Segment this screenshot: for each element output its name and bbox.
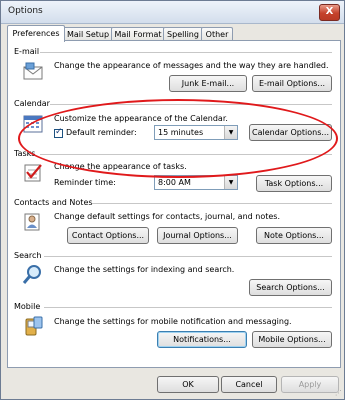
mobile-phone-icon [25,316,43,336]
reminder-time-value: 8:00 AM [158,178,191,187]
mobile-description: Change the settings for mobile notificat… [54,317,292,326]
tasks-heading: Tasks [14,149,36,158]
cancel-button[interactable]: Cancel [221,376,277,393]
default-reminder-label: Default reminder: [66,128,137,137]
search-icon [22,265,41,284]
email-heading: E-mail [14,47,40,56]
default-reminder-checkbox[interactable]: ✓ [54,127,63,138]
search-heading: Search [14,251,42,260]
tasks-divider [40,154,332,155]
title-bar[interactable]: Options X [1,1,344,24]
envelope-icon [23,62,43,80]
calendar-description: Customize the appearance of the Calendar… [54,114,228,123]
calendar-heading: Calendar [14,99,50,108]
options-dialog: Options X Preferences Mail Setup Mail Fo… [0,0,345,400]
resize-grip-icon[interactable]: ⋰ [335,389,342,397]
search-divider [44,256,332,257]
mobile-heading: Mobile [14,302,41,311]
tab-preferences[interactable]: Preferences [7,25,65,42]
default-reminder-select[interactable]: 15 minutes ▼ [154,125,238,140]
ok-button[interactable]: OK [157,376,219,393]
mobile-divider [44,307,332,308]
tab-spelling[interactable]: Spelling [163,27,203,41]
close-button[interactable]: X [319,4,340,21]
tab-other[interactable]: Other [201,27,233,41]
contacts-heading: Contacts and Notes [14,198,93,207]
email-options-button[interactable]: E-mail Options... [252,75,332,92]
search-description: Change the settings for indexing and sea… [54,265,235,274]
contact-options-button[interactable]: Contact Options... [67,227,149,244]
chevron-down-icon[interactable]: ▼ [224,126,237,139]
contacts-divider [92,203,332,204]
task-options-button[interactable]: Task Options... [256,175,332,192]
checkmark-icon: ✓ [55,127,63,137]
task-checklist-icon [24,164,42,182]
calendar-options-button[interactable]: Calendar Options... [249,124,332,141]
apply-button: Apply [281,376,339,393]
email-divider [40,52,332,53]
window-title: Options [8,6,43,16]
tasks-description: Change the appearance of tasks. [54,162,187,171]
calendar-icon [23,115,43,133]
junk-email-button[interactable]: Junk E-mail... [169,75,247,92]
email-description: Change the appearance of messages and th… [54,61,329,70]
search-options-button[interactable]: Search Options... [249,279,332,296]
preferences-panel: E-mail Change the appearance of messages… [7,40,341,368]
tab-mail-setup[interactable]: Mail Setup [63,27,113,41]
reminder-time-label: Reminder time: [54,178,116,187]
mobile-options-button[interactable]: Mobile Options... [252,331,332,348]
tab-mail-format[interactable]: Mail Format [111,27,165,41]
contact-card-icon [24,213,40,231]
calendar-divider [50,104,332,105]
chevron-down-icon[interactable]: ▼ [224,176,237,189]
contacts-description: Change default settings for contacts, jo… [54,212,280,221]
notifications-button[interactable]: Notifications... [157,331,247,348]
default-reminder-value: 15 minutes [158,128,204,137]
journal-options-button[interactable]: Journal Options... [157,227,238,244]
reminder-time-select[interactable]: 8:00 AM ▼ [154,175,238,190]
note-options-button[interactable]: Note Options... [256,227,332,244]
